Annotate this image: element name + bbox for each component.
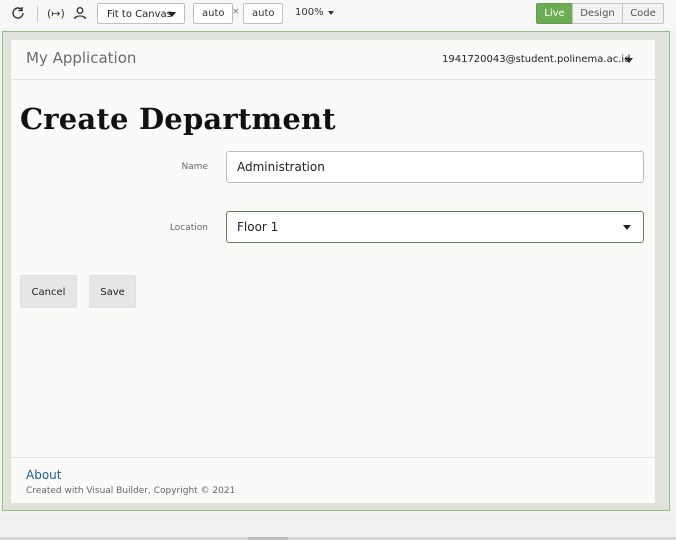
zoom-chevron-down-icon[interactable]	[328, 11, 334, 15]
design-mode-button[interactable]: Design	[572, 3, 623, 24]
location-value: Floor 1	[237, 220, 279, 234]
page-title: Create Department	[20, 102, 336, 136]
times-symbol: ×	[232, 7, 240, 17]
name-label: Name	[181, 162, 208, 172]
user-menu[interactable]: 1941720043@student.polinema.ac.id	[442, 54, 631, 65]
app-header: My Application 1941720043@student.poline…	[11, 40, 655, 80]
copyright-text: Created with Visual Builder, Copyright ©…	[26, 486, 236, 496]
toolbar: (↦) Fit to Canvas auto × auto 100% Live …	[0, 0, 676, 28]
fit-to-canvas-label: Fit to Canvas	[107, 9, 172, 20]
toolbar-divider	[37, 6, 38, 22]
save-button[interactable]: Save	[89, 275, 136, 308]
variables-icon[interactable]: (↦)	[47, 6, 65, 22]
user-icon[interactable]	[72, 6, 88, 22]
live-mode-button[interactable]: Live	[536, 3, 573, 24]
width-input[interactable]: auto	[193, 3, 233, 24]
code-mode-button[interactable]: Code	[622, 3, 664, 24]
name-field[interactable]: Administration	[226, 151, 644, 183]
chevron-down-icon	[168, 12, 176, 17]
app-preview: My Application 1941720043@student.poline…	[11, 40, 655, 503]
zoom-select[interactable]: 100%	[295, 7, 324, 18]
footer: About Created with Visual Builder, Copyr…	[11, 457, 655, 504]
cancel-button[interactable]: Cancel	[20, 275, 77, 308]
height-input[interactable]: auto	[243, 3, 283, 24]
fit-to-canvas-select[interactable]: Fit to Canvas	[97, 3, 185, 24]
about-link[interactable]: About	[26, 468, 61, 482]
location-label: Location	[169, 223, 208, 233]
location-select[interactable]: Floor 1	[226, 211, 644, 243]
refresh-icon[interactable]	[10, 6, 26, 22]
chevron-down-icon	[623, 225, 631, 230]
user-menu-chevron-icon[interactable]	[625, 58, 633, 63]
app-title: My Application	[26, 49, 137, 67]
